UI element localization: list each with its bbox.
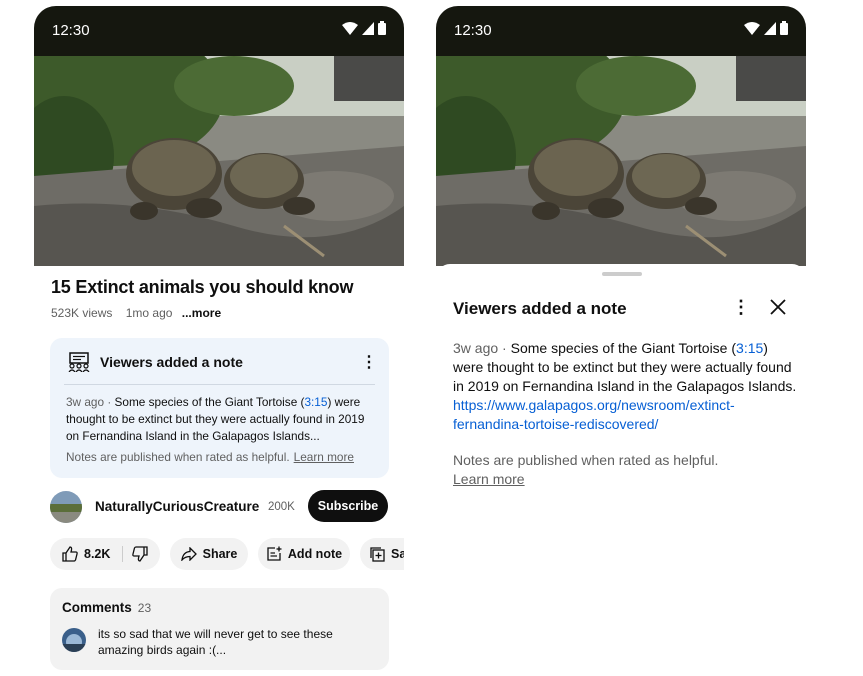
notes-icon [68, 352, 90, 372]
note-timestamp-link[interactable]: 3:15 [304, 395, 327, 409]
video-player[interactable] [34, 56, 404, 266]
channel-row[interactable]: NaturallyCuriousCreature 200K Subscribe [50, 489, 390, 525]
sheet-drag-handle[interactable] [602, 272, 642, 276]
add-note-label: Add note [287, 547, 343, 561]
share-button[interactable]: Share [170, 538, 248, 570]
note-age: 3w ago [66, 395, 105, 409]
save-label: Sa [391, 547, 404, 561]
signal-icon [362, 21, 374, 35]
source-link[interactable]: https://www.galapagos.org/newsroom/extin… [453, 397, 735, 432]
like-divider [122, 546, 123, 562]
comments-label: Comments [62, 600, 132, 615]
status-time: 12:30 [454, 22, 492, 39]
sheet-footer-text: Notes are published when rated as helpfu… [453, 452, 719, 468]
dislike-icon[interactable] [132, 546, 148, 562]
status-bar: 12:30 [436, 6, 806, 56]
commenter-avatar-image [62, 628, 86, 652]
save-icon [370, 546, 385, 562]
viewer-note-card[interactable]: Viewers added a note ⋮ 3w ago · Some spe… [50, 338, 389, 478]
add-note-button[interactable]: Add note [258, 538, 350, 570]
sheet-title: Viewers added a note [453, 299, 627, 318]
signal-icon [764, 21, 776, 35]
add-note-icon [267, 546, 282, 561]
note-card-header: Viewers added a note [68, 352, 243, 372]
comments-count: 23 [137, 601, 152, 615]
status-bar: 12:30 [34, 6, 404, 56]
wifi-icon [342, 21, 358, 35]
note-footer-text: Notes are published when rated as helpfu… [66, 450, 290, 464]
status-time: 12:30 [52, 22, 90, 39]
learn-more-link[interactable]: Learn more [294, 450, 354, 464]
close-icon[interactable] [769, 298, 787, 316]
subscriber-count: 200K [268, 501, 295, 513]
more-vert-icon[interactable]: ⋮ [361, 352, 377, 372]
more-link[interactable]: ...more [182, 306, 221, 320]
like-dislike-pill: 8.2K [50, 538, 160, 570]
channel-name[interactable]: NaturallyCuriousCreature [95, 499, 259, 514]
note-card-footer: Notes are published when rated as helpfu… [66, 450, 354, 464]
status-icons [342, 21, 386, 35]
battery-icon [378, 21, 386, 35]
more-vert-icon[interactable]: ⋮ [732, 297, 750, 318]
note-bottom-sheet: Viewers added a note ⋮ 3w ago · Some spe… [436, 264, 806, 674]
phone-screen-video-page: 12:30 15 Extinct animals you should know… [34, 6, 404, 674]
video-thumbnail-tortoises [34, 56, 404, 266]
share-icon [180, 547, 197, 561]
video-player[interactable] [436, 56, 806, 266]
sheet-text-part1: Some species of the Giant Tortoise ( [510, 340, 737, 356]
note-card-heading: Viewers added a note [100, 354, 243, 370]
phone-screen-note-sheet: 12:30 Viewers added a note ⋮ 3w ago · So… [436, 6, 806, 674]
note-text-part1: Some species of the Giant Tortoise ( [114, 395, 305, 409]
comments-header: Comments 23 [62, 600, 151, 615]
learn-more-link[interactable]: Learn more [453, 470, 718, 489]
note-card-body: 3w ago · Some species of the Giant Torto… [66, 395, 365, 443]
top-comment-text: its so sad that we will never get to see… [98, 627, 333, 657]
sheet-footer: Notes are published when rated as helpfu… [453, 451, 718, 489]
upload-age: 1mo ago [125, 306, 173, 320]
share-label: Share [202, 547, 238, 561]
video-meta[interactable]: 523K views 1mo ago ...more [51, 306, 221, 320]
commenter-avatar [62, 628, 86, 652]
video-thumbnail-tortoises [436, 56, 806, 266]
battery-icon [780, 21, 788, 35]
view-count: 523K views [51, 306, 113, 320]
sheet-note-body: 3w ago · Some species of the Giant Torto… [453, 340, 797, 432]
save-button[interactable]: Sa [360, 538, 404, 570]
action-bar: 8.2K Share Add note Sa [50, 538, 404, 570]
video-title: 15 Extinct animals you should know [51, 277, 354, 297]
comments-section[interactable]: Comments 23 its so sad that we will never… [50, 588, 389, 670]
note-card-divider [64, 384, 375, 385]
sheet-note-age: 3w ago [453, 340, 499, 356]
like-count: 8.2K [84, 547, 111, 561]
status-icons [744, 21, 788, 35]
wifi-icon [744, 21, 760, 35]
sheet-timestamp-link[interactable]: 3:15 [736, 340, 763, 356]
subscribe-button[interactable]: Subscribe [308, 490, 388, 522]
avatar[interactable] [50, 491, 82, 523]
channel-avatar-image [50, 491, 82, 523]
like-icon[interactable] [62, 546, 78, 562]
